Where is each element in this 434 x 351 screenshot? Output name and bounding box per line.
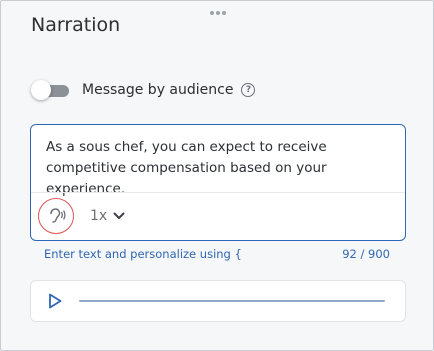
narration-panel: Narration Message by audience ? As a sou… <box>0 0 434 351</box>
speed-dropdown[interactable]: 1x <box>90 208 125 224</box>
play-icon <box>49 293 62 309</box>
personalize-hint: Enter text and personalize using { <box>44 247 242 261</box>
audience-toggle[interactable] <box>31 80 71 100</box>
editor-divider <box>31 192 405 193</box>
voice-button[interactable] <box>38 198 74 234</box>
audience-toggle-label: Message by audience <box>82 82 234 98</box>
chevron-down-icon <box>113 212 125 220</box>
audience-toggle-row: Message by audience ? <box>31 79 256 101</box>
audio-player <box>30 280 406 322</box>
question-circle-icon[interactable]: ? <box>241 83 256 97</box>
play-button[interactable] <box>47 293 63 309</box>
editor-text[interactable]: As a sous chef, you can expect to receiv… <box>46 137 396 200</box>
listening-ear-icon <box>50 208 66 223</box>
toggle-knob <box>31 80 51 100</box>
char-count: 92 / 900 <box>342 247 390 261</box>
audio-progress-bar[interactable] <box>79 300 385 302</box>
speed-value: 1x <box>90 208 108 224</box>
narration-text-editor[interactable]: As a sous chef, you can expect to receiv… <box>30 124 406 241</box>
drag-handle-icon[interactable] <box>210 10 226 16</box>
panel-title: Narration <box>31 14 121 36</box>
